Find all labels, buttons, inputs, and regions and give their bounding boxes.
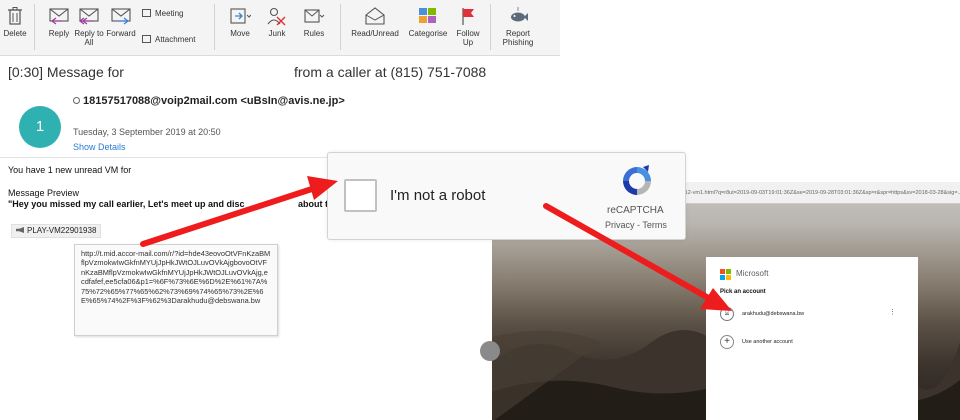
- account-option[interactable]: ⍓ arakhudu@debswana.bw ⋮: [720, 307, 904, 323]
- junk-button[interactable]: Junk: [260, 0, 294, 56]
- trash-icon: [4, 6, 26, 26]
- ribbon-toolbar: Delete Reply Reply to All Forward Meetin…: [0, 0, 560, 56]
- reply-icon: [48, 6, 70, 26]
- report-phishing-button[interactable]: Report Phishing: [496, 0, 540, 56]
- reply-all-button[interactable]: Reply to All: [74, 0, 104, 56]
- calendar-icon: [142, 9, 151, 17]
- privacy-terms-link[interactable]: Privacy - Terms: [605, 220, 667, 230]
- email-datetime: Tuesday, 3 September 2019 at 20:50: [73, 127, 221, 137]
- use-another-account-option[interactable]: + Use another account: [720, 335, 904, 351]
- microsoft-signin-card: Microsoft Pick an account ⍓ arakhudu@deb…: [706, 257, 918, 420]
- arrow-email-to-captcha: [140, 176, 338, 247]
- read-unread-button[interactable]: Read/Unread: [346, 0, 404, 56]
- more-options-icon[interactable]: ⋮: [889, 308, 896, 316]
- show-details-link[interactable]: Show Details: [73, 142, 126, 152]
- microsoft-brand: Microsoft: [736, 269, 769, 278]
- sender-address: 18157517088@voip2mail.com <uBsIn@avis.ne…: [73, 95, 345, 107]
- unread-vm-line: You have 1 new unread VM for: [8, 165, 132, 175]
- microsoft-logo-icon: [720, 269, 732, 281]
- move-button[interactable]: Move: [222, 0, 258, 56]
- flag-icon: [457, 6, 479, 26]
- user-badge-icon: ⍓: [720, 307, 734, 321]
- reply-button[interactable]: Reply: [44, 0, 74, 56]
- pick-account-heading: Pick an account: [720, 289, 766, 295]
- link-tooltip: http://t.mid.accor-mail.com/r/?id=hde43e…: [74, 244, 278, 336]
- voicemail-attachment[interactable]: PLAY-VM22901938: [11, 224, 102, 238]
- recaptcha-logo-icon: [623, 165, 651, 195]
- attachment-button[interactable]: Attachment: [142, 35, 195, 44]
- toolbar-divider: [340, 4, 341, 50]
- toolbar-divider: [490, 4, 491, 50]
- rules-icon: [303, 6, 325, 26]
- unread-dot-icon: [73, 97, 80, 104]
- recaptcha-brand: reCAPTCHA: [607, 205, 664, 216]
- message-preview-label: Message Preview: [8, 188, 80, 198]
- email-subject: [0:30] Message for from a caller at (815…: [8, 64, 568, 80]
- move-folder-icon: [229, 6, 252, 26]
- speaker-icon: [16, 227, 24, 233]
- recaptcha-widget: I'm not a robot reCAPTCHA Privacy - Term…: [327, 152, 686, 240]
- toolbar-divider: [34, 4, 35, 50]
- forward-button[interactable]: Forward: [104, 0, 138, 56]
- junk-icon: [266, 6, 288, 26]
- account-email: arakhudu@debswana.bw: [742, 311, 805, 317]
- not-a-robot-label: I'm not a robot: [390, 187, 486, 204]
- forward-icon: [110, 6, 132, 26]
- follow-up-button[interactable]: Follow Up: [452, 0, 484, 56]
- delete-button[interactable]: Delete: [2, 0, 28, 56]
- rules-button[interactable]: Rules: [296, 0, 332, 56]
- fish-hook-icon: [507, 6, 529, 26]
- categorise-icon: [417, 6, 439, 26]
- avatar: 1: [19, 106, 61, 148]
- toolbar-divider: [214, 4, 215, 50]
- subject-prefix: [0:30] Message for: [8, 64, 124, 80]
- subject-caller: from a caller at (815) 751-7088: [294, 64, 487, 80]
- open-envelope-icon: [364, 6, 386, 26]
- categorise-button[interactable]: Categorise: [404, 0, 452, 56]
- message-preview-text: "Hey you missed my call earlier, Let's m…: [8, 199, 346, 209]
- plus-icon: +: [720, 335, 734, 349]
- meeting-button[interactable]: Meeting: [142, 9, 183, 18]
- attachment-icon: [142, 35, 151, 43]
- reply-all-icon: [78, 6, 100, 26]
- overlay-circle-icon: [480, 341, 500, 361]
- recaptcha-checkbox[interactable]: [344, 179, 377, 212]
